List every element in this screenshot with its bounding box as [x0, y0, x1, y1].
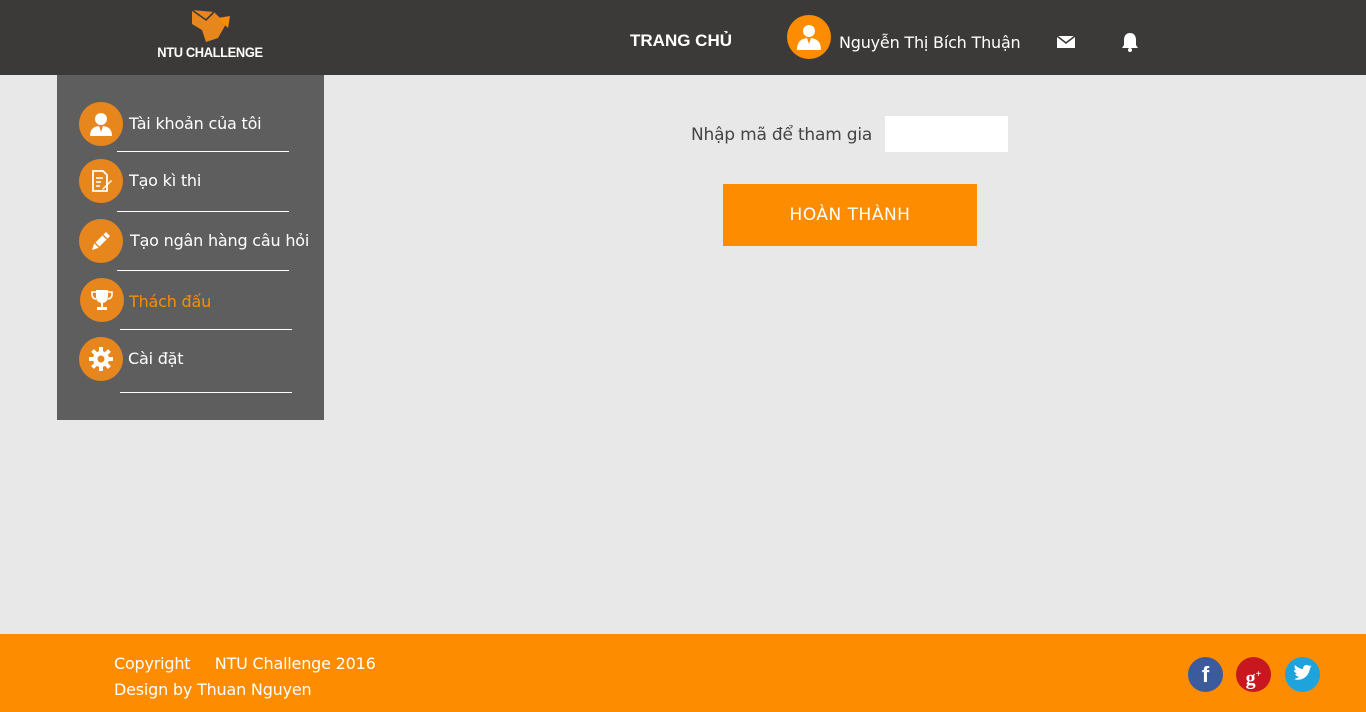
sidebar-item-settings[interactable]: Cài đặt — [57, 337, 324, 395]
pencil-icon — [92, 232, 110, 250]
gear-icon — [89, 347, 113, 371]
sidebar-divider — [120, 392, 292, 393]
sidebar: Tài khoản của tôi Tạo kì thi Tạo ngân hà… — [57, 75, 324, 420]
logo-mark-icon — [191, 9, 230, 42]
pencil-icon-badge — [79, 219, 123, 263]
gear-icon-badge — [79, 337, 123, 381]
document-edit-icon — [92, 170, 112, 192]
user-icon — [90, 113, 112, 136]
join-code-input[interactable] — [885, 116, 1008, 152]
trophy-icon — [91, 290, 113, 310]
sidebar-item-challenge[interactable]: Thách đấu — [57, 278, 324, 336]
sidebar-item-label: Tài khoản của tôi — [129, 114, 262, 133]
logo-text: NTU CHALLENGE — [157, 44, 263, 60]
sidebar-divider — [117, 211, 289, 212]
user-avatar-icon — [797, 25, 821, 50]
bell-icon[interactable] — [1120, 32, 1140, 52]
nav-home-link[interactable]: TRANG CHỦ — [630, 31, 732, 51]
twitter-icon[interactable] — [1285, 657, 1320, 692]
user-name[interactable]: Nguyễn Thị Bích Thuận — [839, 33, 1021, 52]
top-header: NTU CHALLENGE TRANG CHỦ Nguyễn Thị Bích … — [0, 0, 1366, 75]
design-credit: Design by Thuan Nguyen — [114, 680, 312, 699]
user-icon-badge — [79, 102, 123, 146]
sidebar-item-my-account[interactable]: Tài khoản của tôi — [57, 100, 324, 158]
document-icon-badge — [79, 159, 123, 203]
sidebar-divider — [117, 270, 289, 271]
footer: Copyright NTU Challenge 2016 Design by T… — [0, 634, 1366, 712]
google-plus-icon[interactable]: g+ — [1236, 657, 1271, 692]
mail-icon[interactable] — [1056, 34, 1076, 50]
sidebar-item-question-bank[interactable]: Tạo ngân hàng câu hỏi — [57, 218, 324, 276]
twitter-bird-icon — [1294, 665, 1312, 680]
complete-button[interactable]: HOÀN THÀNH — [723, 184, 977, 246]
user-avatar[interactable] — [787, 15, 831, 59]
trophy-icon-badge — [80, 278, 124, 322]
sidebar-item-create-exam[interactable]: Tạo kì thi — [57, 159, 324, 217]
sidebar-item-label: Thách đấu — [129, 292, 212, 311]
sidebar-item-label: Cài đặt — [128, 349, 184, 368]
sidebar-divider — [117, 151, 289, 152]
logo[interactable]: NTU CHALLENGE — [150, 8, 270, 64]
sidebar-item-label: Tạo kì thi — [129, 171, 202, 190]
copyright-text: Copyright NTU Challenge 2016 — [114, 654, 376, 673]
join-code-label: Nhập mã để tham gia — [691, 125, 873, 145]
sidebar-divider — [120, 329, 292, 330]
facebook-icon[interactable]: f — [1188, 657, 1223, 692]
sidebar-item-label: Tạo ngân hàng câu hỏi — [130, 231, 310, 250]
